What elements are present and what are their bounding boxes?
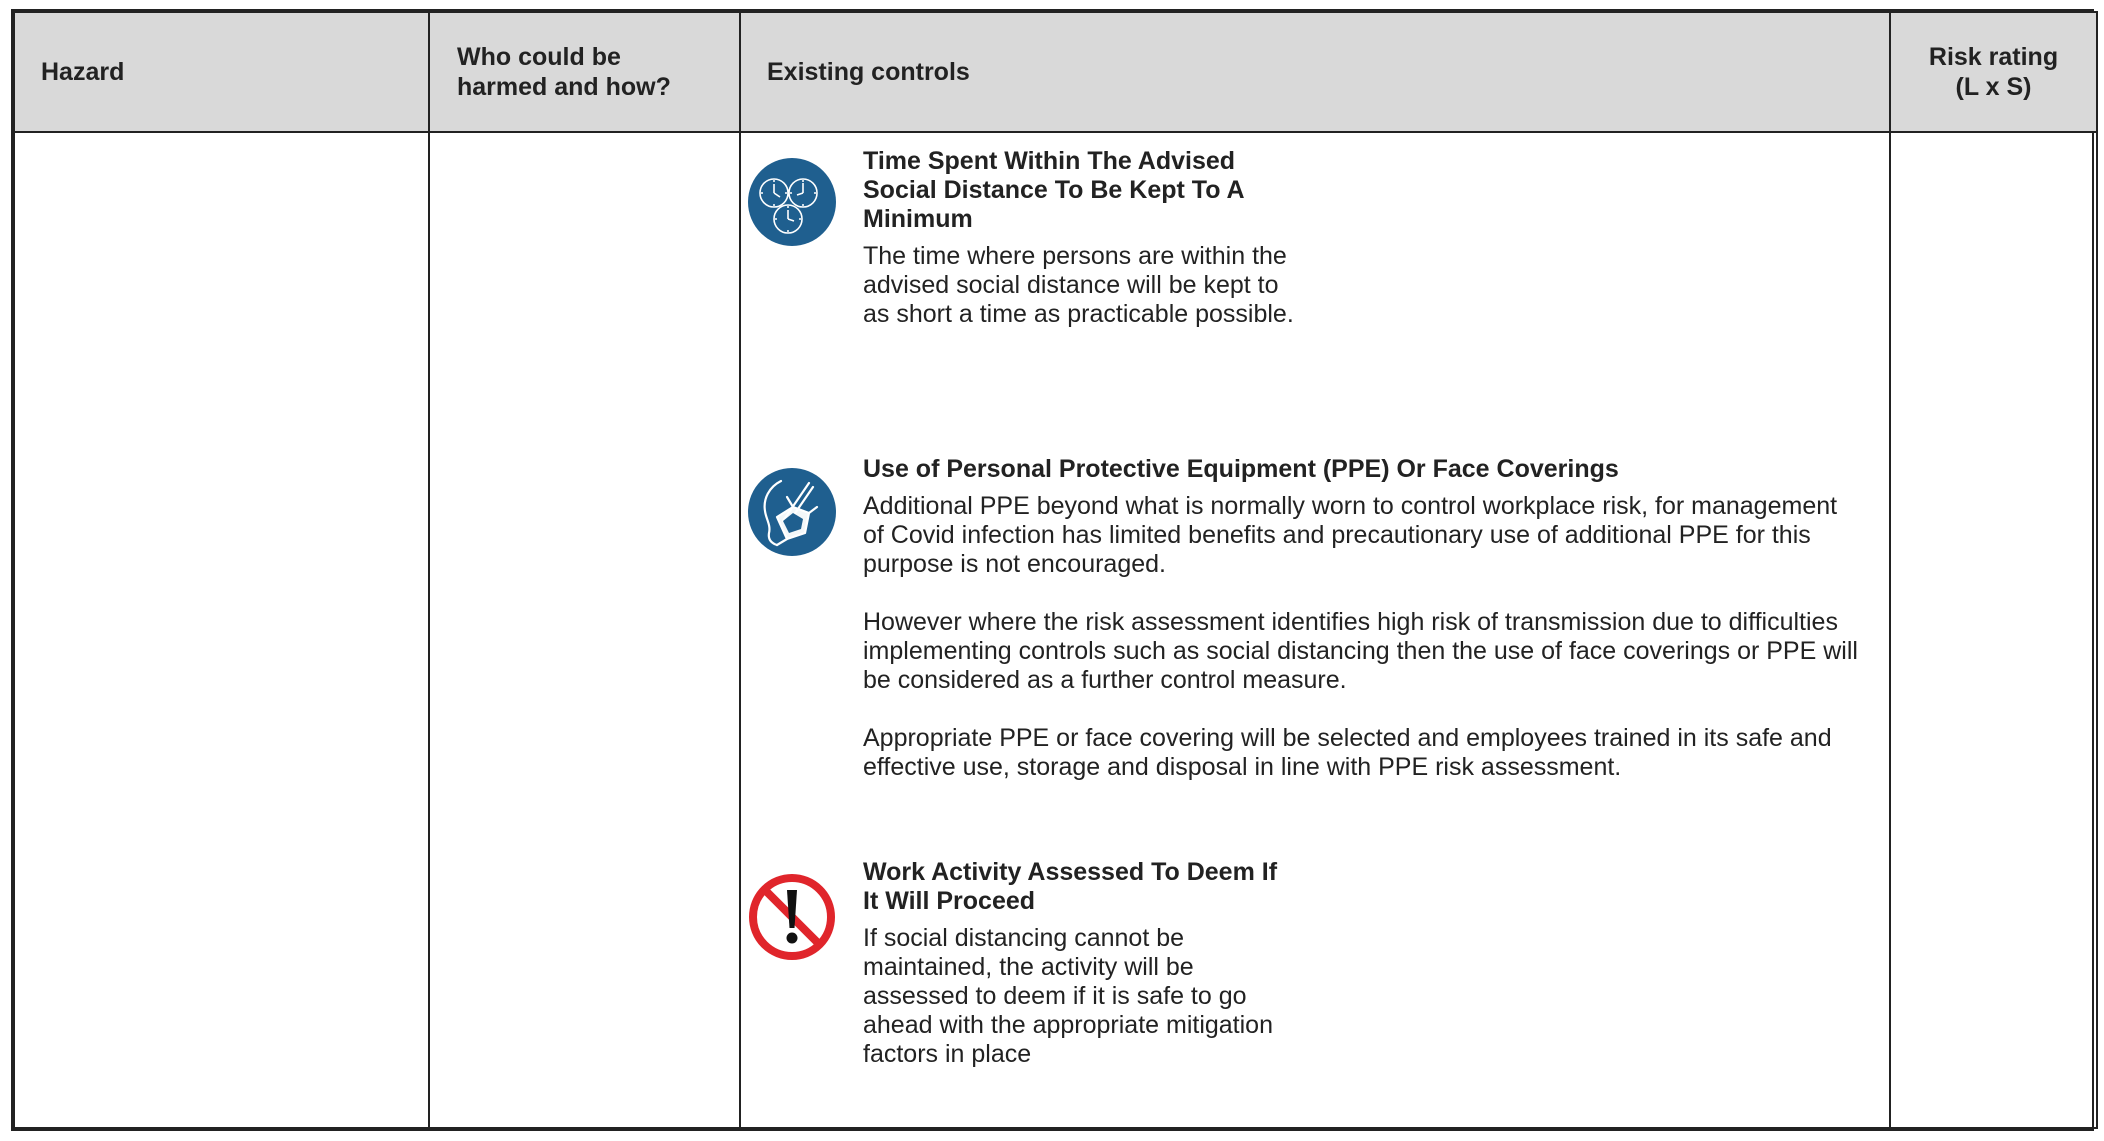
- hazard-cell: [13, 131, 430, 1129]
- table-header-row: Hazard Who could be harmed and how? Exis…: [13, 11, 2098, 133]
- control-body: The time where persons are within the ad…: [863, 242, 1303, 329]
- face-mask-icon: [748, 468, 836, 556]
- control-title: Work Activity Assessed To Deem If It Wil…: [863, 858, 1278, 915]
- control-paragraph: Appropriate PPE or face covering will be…: [863, 724, 1832, 781]
- risk-assessment-table-wrapper: Hazard Who could be harmed and how? Exis…: [11, 9, 2098, 1131]
- risk-rating-cell: [1889, 131, 2098, 1129]
- control-paragraph: However where the risk assessment identi…: [863, 608, 1858, 694]
- control-text: Work Activity Assessed To Deem If It Wil…: [863, 858, 1283, 1069]
- control-title: Time Spent Within The Advised Social Dis…: [863, 147, 1244, 233]
- table-row: Time Spent Within The Advised Social Dis…: [13, 131, 2098, 1129]
- header-existing-controls: Existing controls: [739, 11, 1891, 133]
- control-paragraph: The time where persons are within the ad…: [863, 242, 1294, 328]
- control-paragraph: If social distancing cannot be maintaine…: [863, 924, 1273, 1068]
- control-text: Use of Personal Protective Equipment (PP…: [863, 455, 1863, 782]
- header-who-line1: Who could be: [457, 43, 621, 71]
- header-hazard: Hazard: [13, 11, 430, 133]
- clocks-icon: [748, 158, 836, 246]
- header-risk-rating: Risk rating (L x S): [1889, 11, 2098, 133]
- existing-controls-cell: Time Spent Within The Advised Social Dis…: [739, 131, 1891, 1129]
- control-body: Additional PPE beyond what is normally w…: [863, 492, 1863, 782]
- control-paragraph: Additional PPE beyond what is normally w…: [863, 492, 1838, 578]
- prohibited-warning-icon: [749, 874, 835, 960]
- who-harmed-cell: [428, 131, 741, 1129]
- header-who-line2: harmed and how?: [457, 73, 671, 101]
- control-text: Time Spent Within The Advised Social Dis…: [863, 147, 1303, 329]
- control-body: If social distancing cannot be maintaine…: [863, 924, 1283, 1069]
- header-rating-line2: (L x S): [1955, 73, 2032, 101]
- header-rating-line1: Risk rating: [1928, 43, 2059, 71]
- control-title: Use of Personal Protective Equipment (PP…: [863, 455, 1619, 483]
- risk-assessment-table: Hazard Who could be harmed and how? Exis…: [13, 11, 2098, 1129]
- header-who-could-be-harmed: Who could be harmed and how?: [428, 11, 741, 133]
